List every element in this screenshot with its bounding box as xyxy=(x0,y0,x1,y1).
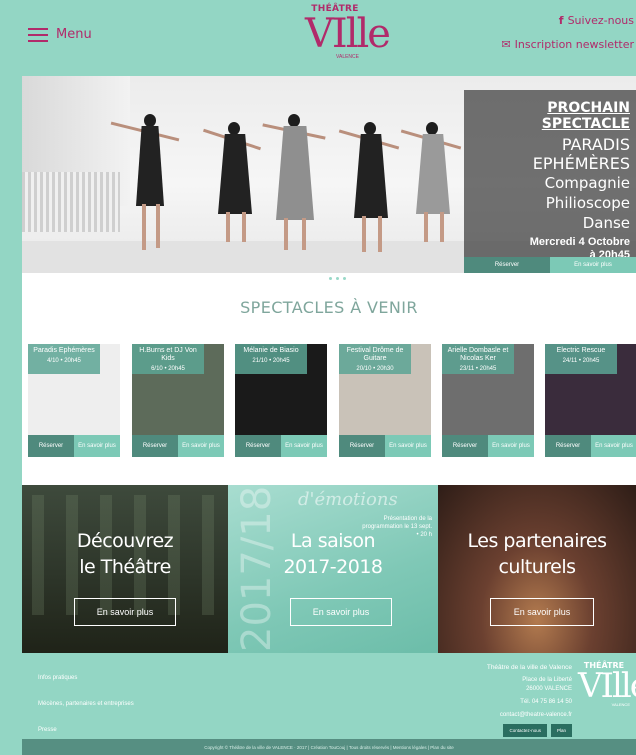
site-header: Menu THÉÂTRE VIlle VALENCE f Suivez-nous … xyxy=(0,0,636,76)
show-card[interactable]: Arielle Dombasle et Nicolas Ker 23/11 • … xyxy=(442,344,534,457)
show-cards: Paradis Ephémères 4/10 • 20h45 Réserver … xyxy=(28,344,636,457)
more-info-button[interactable]: En savoir plus xyxy=(550,257,636,273)
show-title: Paradis Ephémères xyxy=(33,347,95,354)
carousel-dots[interactable] xyxy=(329,277,346,280)
next-show-date-line1: Mercredi 4 Octobre xyxy=(529,236,630,248)
map-button[interactable]: Plan xyxy=(550,724,572,737)
reserve-button[interactable]: Réserver xyxy=(28,435,74,457)
next-show-company-line2: Philioscope xyxy=(545,194,630,212)
footer-address-line1: Place de la Liberté xyxy=(522,677,572,683)
more-info-button[interactable]: En savoir plus xyxy=(281,435,327,457)
contact-button[interactable]: Contactez-nous xyxy=(503,724,547,737)
reserve-button[interactable]: Réserver xyxy=(339,435,385,457)
promo-season-line2: 2017-2018 xyxy=(283,556,383,578)
show-card[interactable]: Festival Drôme de Guitare 20/10 • 20h30 … xyxy=(339,344,431,457)
footer-email[interactable]: contact@theatre-valence.fr xyxy=(452,711,572,720)
show-caption: Arielle Dombasle et Nicolas Ker 23/11 • … xyxy=(442,344,514,374)
promo-partners[interactable]: Les partenaires culturels En savoir plus xyxy=(438,485,636,653)
logo-line2: VIlle xyxy=(305,11,391,57)
hero-banner[interactable]: PROCHAIN SPECTACLE PARADIS EPHÉMÈRES Com… xyxy=(22,76,636,273)
promo-theatre[interactable]: Découvrez le Théâtre En savoir plus xyxy=(22,485,228,653)
show-date: 6/10 • 20h45 xyxy=(151,366,185,372)
more-info-button[interactable]: En savoir plus xyxy=(385,435,431,457)
show-card[interactable]: Mélanie de Biasio 21/10 • 20h45 Réserver… xyxy=(235,344,327,457)
show-date: 21/10 • 20h45 xyxy=(252,358,290,364)
promo-theatre-line2: le Théâtre xyxy=(79,556,171,578)
show-caption: Paradis Ephémères 4/10 • 20h45 xyxy=(28,344,100,374)
more-info-button[interactable]: En savoir plus xyxy=(488,435,534,457)
promo-partners-line1: Les partenaires xyxy=(467,530,607,552)
promo-season-button[interactable]: En savoir plus xyxy=(290,598,392,626)
show-caption: Mélanie de Biasio 21/10 • 20h45 xyxy=(235,344,307,374)
show-card[interactable]: Electric Rescue 24/11 • 20h45 Réserver E… xyxy=(545,344,636,457)
next-show-panel: PROCHAIN SPECTACLE PARADIS EPHÉMÈRES Com… xyxy=(464,90,636,273)
promo-season-line1: La saison xyxy=(290,530,376,552)
show-title: Arielle Dombasle et Nicolas Ker xyxy=(447,347,509,362)
menu-button[interactable]: Menu xyxy=(28,27,92,42)
upcoming-section: SPECTACLES À VENIR Paradis Ephémères 4/1… xyxy=(22,273,636,485)
section-title: SPECTACLES À VENIR xyxy=(240,298,418,317)
more-info-button[interactable]: En savoir plus xyxy=(591,435,636,457)
follow-link[interactable]: f Suivez-nous xyxy=(559,14,634,27)
show-date: 20/10 • 20h30 xyxy=(356,366,394,372)
next-show-actions: Réserver En savoir plus xyxy=(464,257,636,273)
reserve-button[interactable]: Réserver xyxy=(464,257,550,273)
envelope-icon: ✉ xyxy=(501,38,511,51)
footer-phone: Tél. 04 75 86 14 50 xyxy=(520,699,572,705)
promo-season[interactable]: 2017/18 d'émotions Présentation de la pr… xyxy=(228,485,438,653)
next-show-genre: Danse xyxy=(582,214,630,232)
next-show-company-line1: Compagnie xyxy=(544,174,630,192)
promo-theatre-button[interactable]: En savoir plus xyxy=(74,598,176,626)
reserve-button[interactable]: Réserver xyxy=(442,435,488,457)
promo-panels: Découvrez le Théâtre En savoir plus 2017… xyxy=(22,485,636,653)
show-date: 24/11 • 20h45 xyxy=(562,358,600,364)
menu-label: Menu xyxy=(56,27,92,42)
footer-address-line2: 26000 VALENCE xyxy=(526,686,572,692)
promo-partners-button[interactable]: En savoir plus xyxy=(490,598,594,626)
footer-link-partners[interactable]: Mécènes, partenaires et entreprises xyxy=(38,701,134,707)
site-logo[interactable]: THÉÂTRE VIlle VALENCE xyxy=(305,4,391,70)
next-show-title: PARADIS EPHÉMÈRES xyxy=(532,135,630,173)
show-caption: H.Burns et DJ Von Kids 6/10 • 20h45 xyxy=(132,344,204,374)
show-title: H.Burns et DJ Von Kids xyxy=(139,347,197,362)
show-caption: Festival Drôme de Guitare 20/10 • 20h30 xyxy=(339,344,411,374)
site-footer: Infos pratiques Mécènes, partenaires et … xyxy=(22,653,636,739)
more-info-button[interactable]: En savoir plus xyxy=(74,435,120,457)
show-date: 23/11 • 20h45 xyxy=(459,366,497,372)
hero-radiator xyxy=(22,172,120,232)
promo-theatre-line1: Découvrez xyxy=(76,530,174,552)
show-title: Festival Drôme de Guitare xyxy=(346,347,404,362)
newsletter-label: Inscription newsletter xyxy=(514,38,634,51)
next-show-kicker: PROCHAIN SPECTACLE xyxy=(541,100,630,132)
footer-address: Théâtre de la ville de Valence Place de … xyxy=(452,663,572,737)
reserve-button[interactable]: Réserver xyxy=(132,435,178,457)
show-title: Mélanie de Biasio xyxy=(243,347,299,354)
copyright-bar: Copyright © Théâtre de la ville de VALEN… xyxy=(22,739,636,755)
show-card[interactable]: Paradis Ephémères 4/10 • 20h45 Réserver … xyxy=(28,344,120,457)
reserve-button[interactable]: Réserver xyxy=(235,435,281,457)
footer-logo-line2: VIlle xyxy=(578,666,636,706)
show-title: Electric Rescue xyxy=(556,347,606,354)
newsletter-link[interactable]: ✉ Inscription newsletter xyxy=(501,38,634,51)
hamburger-icon xyxy=(28,27,48,42)
show-caption: Electric Rescue 24/11 • 20h45 xyxy=(545,344,617,374)
footer-link-practical[interactable]: Infos pratiques xyxy=(38,675,134,681)
season-tagline: d'émotions xyxy=(298,489,398,510)
follow-label: Suivez-nous xyxy=(567,14,634,27)
footer-theatre-name: Théâtre de la ville de Valence xyxy=(486,664,572,671)
reserve-button[interactable]: Réserver xyxy=(545,435,591,457)
footer-link-press[interactable]: Presse xyxy=(38,727,134,733)
more-info-button[interactable]: En savoir plus xyxy=(178,435,224,457)
show-date: 4/10 • 20h45 xyxy=(47,358,81,364)
footer-logo[interactable]: THÉÂTRE VIlle VALENCE xyxy=(578,661,636,707)
show-card[interactable]: H.Burns et DJ Von Kids 6/10 • 20h45 Rése… xyxy=(132,344,224,457)
promo-partners-line2: culturels xyxy=(498,556,576,578)
facebook-icon: f xyxy=(558,14,564,27)
